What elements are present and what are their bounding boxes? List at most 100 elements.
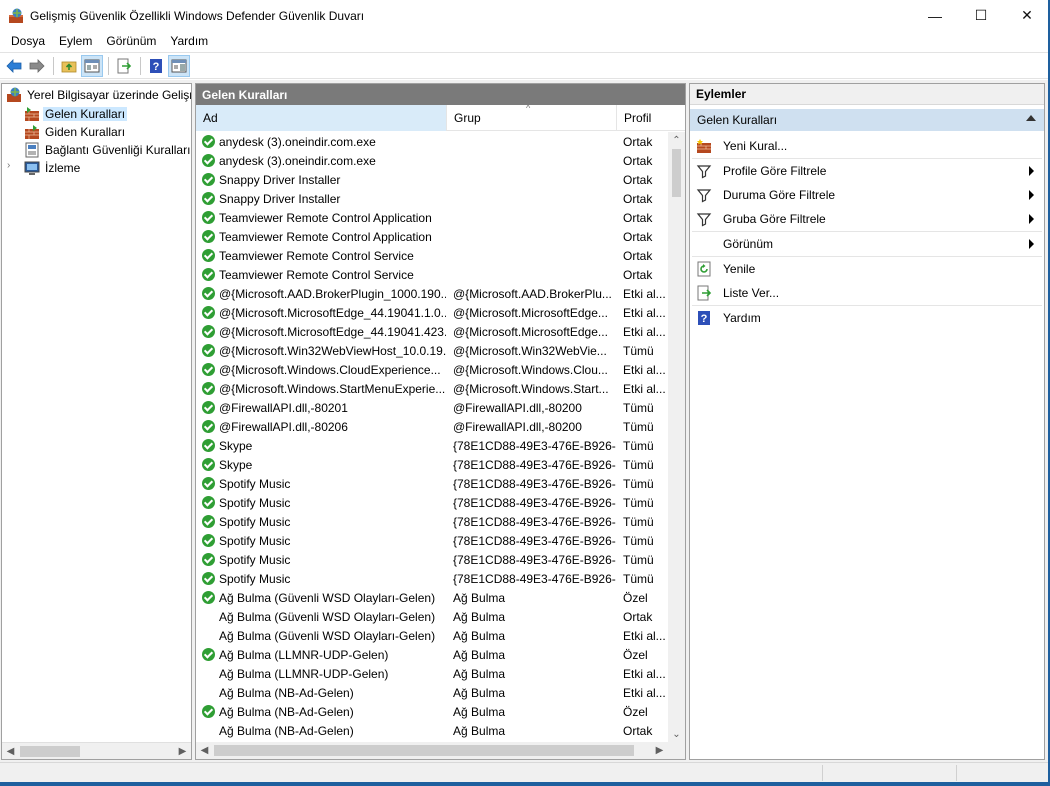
table-row[interactable]: Snappy Driver Installer Ortak [196, 170, 668, 189]
table-row[interactable]: Teamviewer Remote Control Service Ortak [196, 246, 668, 265]
up-folder-button[interactable] [58, 55, 80, 77]
back-button[interactable] [3, 55, 25, 77]
menu-dosya[interactable]: Dosya [4, 34, 52, 48]
table-row[interactable]: @FirewallAPI.dll,-80206 @FirewallAPI.dll,… [196, 417, 668, 436]
rule-name-text: Ağ Bulma (Güvenli WSD Olayları-Gelen) [219, 590, 436, 605]
rules-vertical-scrollbar[interactable]: ⌃ ⌄ [668, 132, 685, 743]
table-row[interactable]: Spotify Music {78E1CD88-49E3-476E-B926-..… [196, 493, 668, 512]
table-row[interactable]: Ağ Bulma (LLMNR-UDP-Gelen) Ağ Bulma Özel [196, 645, 668, 664]
menu-gorunum[interactable]: Görünüm [99, 34, 163, 48]
table-row[interactable]: anydesk (3).oneindir.com.exe Ortak [196, 151, 668, 170]
table-row[interactable]: @{Microsoft.MicrosoftEdge_44.19041.1.0..… [196, 303, 668, 322]
action-divider [692, 158, 1042, 159]
tree-item-monitoring[interactable]: İzleme [24, 159, 82, 177]
tree-horizontal-scrollbar[interactable]: ◀ ▶ [2, 742, 191, 759]
cell-profile: Tümü [623, 419, 654, 434]
table-row[interactable]: Ağ Bulma (NB-Ad-Gelen) Ağ Bulma Etki al... [196, 683, 668, 702]
column-header-group[interactable]: Grup [447, 105, 617, 131]
table-row[interactable]: @{Microsoft.AAD.BrokerPlugin_1000.190...… [196, 284, 668, 303]
table-row[interactable]: Ağ Bulma (Güvenli WSD Olayları-Gelen) Ağ … [196, 607, 668, 626]
table-row[interactable]: Spotify Music {78E1CD88-49E3-476E-B926-..… [196, 474, 668, 493]
table-row[interactable]: Ağ Bulma (Güvenli WSD Olayları-Gelen) Ağ … [196, 588, 668, 607]
table-row[interactable]: @{Microsoft.Win32WebViewHost_10.0.19... @… [196, 341, 668, 360]
cell-rule-name: Spotify Music [196, 496, 446, 510]
close-button[interactable]: ✕ [1004, 0, 1050, 31]
action-help[interactable]: ? Yardım [690, 307, 1044, 329]
cell-profile: Ortak [623, 229, 653, 244]
console-tree-icon [84, 59, 100, 72]
help-button[interactable]: ? [145, 55, 167, 77]
table-row[interactable]: Ağ Bulma (LLMNR-UDP-Gelen) Ağ Bulma Etki a… [196, 664, 668, 683]
table-row[interactable]: Ağ Bulma (NB-Ad-Gelen) Ağ Bulma Ortak [196, 721, 668, 740]
expand-chevron-icon[interactable]: › [7, 160, 15, 171]
cell-rule-name: @FirewallAPI.dll,-80206 [196, 420, 446, 434]
cell-profile: Etki al... [623, 324, 666, 339]
cell-group: Ağ Bulma [453, 590, 506, 605]
cell-profile: Ortak [623, 153, 653, 168]
maximize-button[interactable]: ☐ [958, 0, 1004, 31]
tree-item-connection-security-rules[interactable]: Bağlantı Güvenliği Kuralları [24, 141, 191, 159]
cell-profile: Tümü [623, 438, 654, 453]
scroll-left-arrow-icon[interactable]: ◀ [196, 742, 213, 759]
minimize-button[interactable]: — [912, 0, 958, 31]
table-row[interactable]: @{Microsoft.Windows.CloudExperience... @{… [196, 360, 668, 379]
table-row[interactable]: Teamviewer Remote Control Service Ortak [196, 265, 668, 284]
scroll-thumb[interactable] [214, 745, 634, 756]
cell-rule-name: Teamviewer Remote Control Application [196, 211, 446, 225]
table-row[interactable]: Spotify Music {78E1CD88-49E3-476E-B926-..… [196, 569, 668, 588]
menu-yardim[interactable]: Yardım [163, 34, 215, 48]
rules-horizontal-scrollbar[interactable]: ◀ ▶ [196, 742, 685, 759]
scroll-right-arrow-icon[interactable]: ▶ [651, 742, 668, 759]
table-row[interactable]: Snappy Driver Installer Ortak [196, 189, 668, 208]
scroll-up-arrow-icon[interactable]: ⌃ [668, 132, 685, 149]
show-hide-console-tree-button[interactable] [81, 54, 103, 77]
scroll-down-arrow-icon[interactable]: ⌄ [668, 726, 685, 743]
tree-item-inbound-rules[interactable]: Gelen Kuralları [24, 105, 128, 123]
tree-item-outbound-rules[interactable]: Giden Kuralları [24, 123, 127, 141]
table-row[interactable]: @FirewallAPI.dll,-80201 @FirewallAPI.dll,… [196, 398, 668, 417]
action-refresh[interactable]: Yenile [690, 258, 1044, 280]
table-row[interactable]: Spotify Music {78E1CD88-49E3-476E-B926-..… [196, 550, 668, 569]
action-filter-by-group[interactable]: Gruba Göre Filtrele [690, 208, 1044, 230]
cell-profile: Tümü [623, 343, 654, 358]
scroll-thumb[interactable] [20, 746, 80, 757]
scroll-left-arrow-icon[interactable]: ◀ [2, 743, 19, 759]
enabled-check-icon [202, 230, 215, 243]
scroll-thumb[interactable] [672, 149, 681, 197]
table-row[interactable]: Teamviewer Remote Control Application Ort… [196, 208, 668, 227]
table-row[interactable]: Skype {78E1CD88-49E3-476E-B926-... Tümü [196, 455, 668, 474]
table-row[interactable]: @{Microsoft.MicrosoftEdge_44.19041.423..… [196, 322, 668, 341]
cell-profile: Etki al... [623, 666, 666, 681]
show-hide-action-pane-button[interactable] [168, 54, 190, 77]
column-header-profile[interactable]: Profil [617, 105, 669, 131]
disabled-blank-icon [202, 667, 215, 680]
action-filter-by-profile[interactable]: Profile Göre Filtrele [690, 160, 1044, 182]
table-row[interactable]: Ağ Bulma (NB-Ad-Gelen) Ağ Bulma Özel [196, 702, 668, 721]
submenu-arrow-icon [1029, 166, 1034, 176]
tree-root[interactable]: Yerel Bilgisayar üzerinde Gelişm [6, 86, 191, 104]
forward-button[interactable] [26, 55, 48, 77]
table-row[interactable]: anydesk (3).oneindir.com.exe Ortak [196, 132, 668, 151]
table-row[interactable]: @{Microsoft.Windows.StartMenuExperie... @… [196, 379, 668, 398]
action-filter-by-state[interactable]: Duruma Göre Filtrele [690, 184, 1044, 206]
actions-section-label: Gelen Kuralları [697, 113, 778, 127]
rules-list-pane: Gelen Kuralları Ad Grup Profil ^ anydesk… [195, 83, 686, 760]
menu-eylem[interactable]: Eylem [52, 34, 99, 48]
rule-name-text: @FirewallAPI.dll,-80206 [219, 419, 348, 434]
scroll-right-arrow-icon[interactable]: ▶ [174, 743, 191, 759]
column-header-name[interactable]: Ad [196, 105, 447, 131]
enabled-check-icon [202, 306, 215, 319]
table-row[interactable]: Teamviewer Remote Control Application Ort… [196, 227, 668, 246]
table-row[interactable]: Ağ Bulma (Güvenli WSD Olayları-Gelen) Ağ … [196, 626, 668, 645]
table-row[interactable]: Spotify Music {78E1CD88-49E3-476E-B926-..… [196, 512, 668, 531]
export-list-button[interactable] [113, 55, 135, 77]
collapse-up-icon[interactable] [1026, 115, 1036, 121]
action-new-rule[interactable]: Yeni Kural... [690, 135, 1044, 157]
actions-section-header[interactable]: Gelen Kuralları [690, 109, 1044, 131]
action-export-list[interactable]: Liste Ver... [690, 282, 1044, 304]
table-row[interactable]: Skype {78E1CD88-49E3-476E-B926-... Tümü [196, 436, 668, 455]
disabled-blank-icon [202, 686, 215, 699]
table-row[interactable]: Spotify Music {78E1CD88-49E3-476E-B926-..… [196, 531, 668, 550]
action-view[interactable]: Görünüm [690, 233, 1044, 255]
submenu-arrow-icon [1029, 190, 1034, 200]
